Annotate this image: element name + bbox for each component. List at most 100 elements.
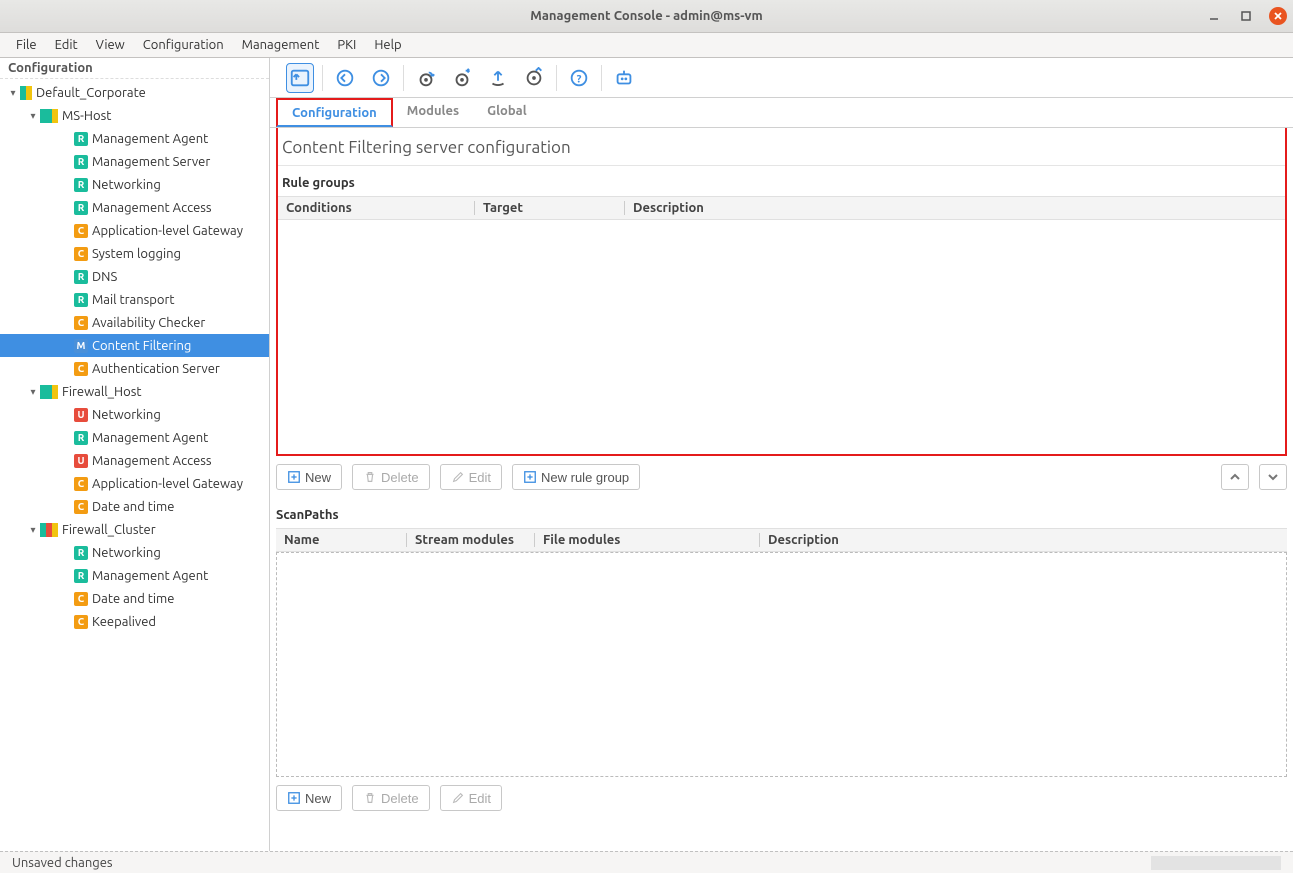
main-pane: ? ConfigurationModulesGlobal Content Fil… — [270, 58, 1293, 851]
toolbar-btn-robot[interactable] — [610, 63, 638, 93]
tree-item[interactable]: R Mail transport — [0, 288, 269, 311]
tree-item[interactable]: ▾Default_Corporate — [0, 81, 269, 104]
tree-item-label: Mail transport — [92, 293, 175, 307]
component-badge: R — [74, 569, 88, 583]
rg-edit-label: Edit — [469, 470, 491, 485]
component-badge: R — [74, 155, 88, 169]
tree-item[interactable]: RManagement Agent — [0, 564, 269, 587]
tree-item[interactable]: RManagement Agent — [0, 127, 269, 150]
status-text: Unsaved changes — [12, 856, 113, 870]
sidebar-title: Configuration — [0, 58, 269, 79]
tree-item[interactable]: CApplication-level Gateway — [0, 219, 269, 242]
rg-newgroup-label: New rule group — [541, 470, 629, 485]
tree-item[interactable]: CKeepalived — [0, 610, 269, 633]
content-tabs: ConfigurationModulesGlobal — [270, 98, 1293, 128]
tree-item[interactable]: RManagement Access — [0, 196, 269, 219]
column-header[interactable]: Name — [276, 533, 406, 547]
tree-item[interactable]: CDate and time — [0, 495, 269, 518]
tree-item-label: Application-level Gateway — [92, 224, 243, 238]
menu-management[interactable]: Management — [234, 36, 328, 54]
rg-edit-button[interactable]: Edit — [440, 464, 502, 490]
close-button[interactable] — [1269, 7, 1287, 25]
component-badge: R — [74, 201, 88, 215]
menu-file[interactable]: File — [8, 36, 45, 54]
component-badge: R — [74, 431, 88, 445]
toolbar-btn-upload[interactable] — [484, 63, 512, 93]
column-header[interactable]: Stream modules — [406, 533, 534, 547]
toolbar-btn-gear-push[interactable] — [448, 63, 476, 93]
sp-delete-button[interactable]: Delete — [352, 785, 430, 811]
tree-item[interactable]: MContent Filtering — [0, 334, 269, 357]
sidebar: Configuration ▾Default_Corporate▾MS-Host… — [0, 58, 270, 851]
window-titlebar: Management Console - admin@ms-vm — [0, 0, 1293, 33]
tree-item[interactable]: RManagement Agent — [0, 426, 269, 449]
tab-configuration[interactable]: Configuration — [276, 98, 393, 127]
svg-text:?: ? — [577, 73, 582, 85]
move-up-button[interactable] — [1221, 464, 1249, 490]
tree-item-label: Authentication Server — [92, 362, 220, 376]
component-badge: R — [74, 132, 88, 146]
rule-groups-body[interactable] — [278, 220, 1285, 450]
menu-view[interactable]: View — [88, 36, 133, 54]
menu-pki[interactable]: PKI — [329, 36, 364, 54]
tree-item-label: Firewall_Host — [62, 385, 141, 399]
tree-item[interactable]: ▾MS-Host — [0, 104, 269, 127]
toolbar-btn-commit-left[interactable] — [331, 63, 359, 93]
sp-edit-button[interactable]: Edit — [440, 785, 502, 811]
component-badge: R — [74, 293, 88, 307]
toolbar-btn-commit-right[interactable] — [367, 63, 395, 93]
tree-item[interactable]: RManagement Server — [0, 150, 269, 173]
menu-edit[interactable]: Edit — [47, 36, 86, 54]
component-badge: C — [74, 592, 88, 606]
tree-item[interactable]: UNetworking — [0, 403, 269, 426]
tree-item[interactable]: C Application-level Gateway — [0, 472, 269, 495]
scanpaths-title: ScanPaths — [270, 498, 1293, 528]
tree-item[interactable]: UManagement Access — [0, 449, 269, 472]
tree-item-label: Date and time — [92, 592, 174, 606]
tree-item-label: Networking — [92, 546, 161, 560]
component-badge: C — [74, 477, 88, 491]
toolbar-btn-help[interactable]: ? — [565, 63, 593, 93]
window-title: Management Console - admin@ms-vm — [530, 9, 762, 23]
rule-groups-header: ConditionsTargetDescription — [278, 196, 1285, 220]
component-badge: R — [74, 178, 88, 192]
page-heading: Content Filtering server configuration — [278, 128, 1285, 166]
rg-delete-button[interactable]: Delete — [352, 464, 430, 490]
tab-modules[interactable]: Modules — [393, 98, 473, 127]
sp-new-label: New — [305, 791, 331, 806]
column-header[interactable]: Description — [624, 201, 1124, 215]
tab-global[interactable]: Global — [473, 98, 541, 127]
column-header[interactable]: Conditions — [278, 201, 474, 215]
menu-configuration[interactable]: Configuration — [135, 36, 232, 54]
rg-delete-label: Delete — [381, 470, 419, 485]
maximize-button[interactable] — [1237, 7, 1255, 25]
tree-item-label: Application-level Gateway — [92, 477, 243, 491]
toolbar-btn-gear-sync[interactable] — [412, 63, 440, 93]
component-badge: M — [74, 339, 88, 353]
scanpaths-body[interactable] — [276, 552, 1287, 777]
sp-new-button[interactable]: New — [276, 785, 342, 811]
column-header[interactable]: Description — [759, 533, 1059, 547]
toolbar-btn-view[interactable] — [286, 63, 314, 93]
tree-item[interactable]: RNetworking — [0, 541, 269, 564]
tree-item-label: Networking — [92, 178, 161, 192]
minimize-button[interactable] — [1205, 7, 1223, 25]
statusbar-grip — [1151, 856, 1281, 870]
rg-new-button[interactable]: New — [276, 464, 342, 490]
column-header[interactable]: Target — [474, 201, 624, 215]
component-badge: C — [74, 247, 88, 261]
tree-item[interactable]: CAuthentication Server — [0, 357, 269, 380]
config-tree[interactable]: ▾Default_Corporate▾MS-HostRManagement Ag… — [0, 79, 269, 851]
tree-item[interactable]: CSystem logging — [0, 242, 269, 265]
tree-item[interactable]: CAvailability Checker — [0, 311, 269, 334]
tree-item[interactable]: R Networking — [0, 173, 269, 196]
rg-newgroup-button[interactable]: New rule group — [512, 464, 640, 490]
move-down-button[interactable] — [1259, 464, 1287, 490]
tree-item[interactable]: C Date and time — [0, 587, 269, 610]
toolbar-btn-gear-check[interactable] — [520, 63, 548, 93]
tree-item[interactable]: ▾Firewall_Cluster — [0, 518, 269, 541]
tree-item[interactable]: ▾Firewall_Host — [0, 380, 269, 403]
tree-item[interactable]: RDNS — [0, 265, 269, 288]
column-header[interactable]: File modules — [534, 533, 759, 547]
menu-help[interactable]: Help — [366, 36, 409, 54]
